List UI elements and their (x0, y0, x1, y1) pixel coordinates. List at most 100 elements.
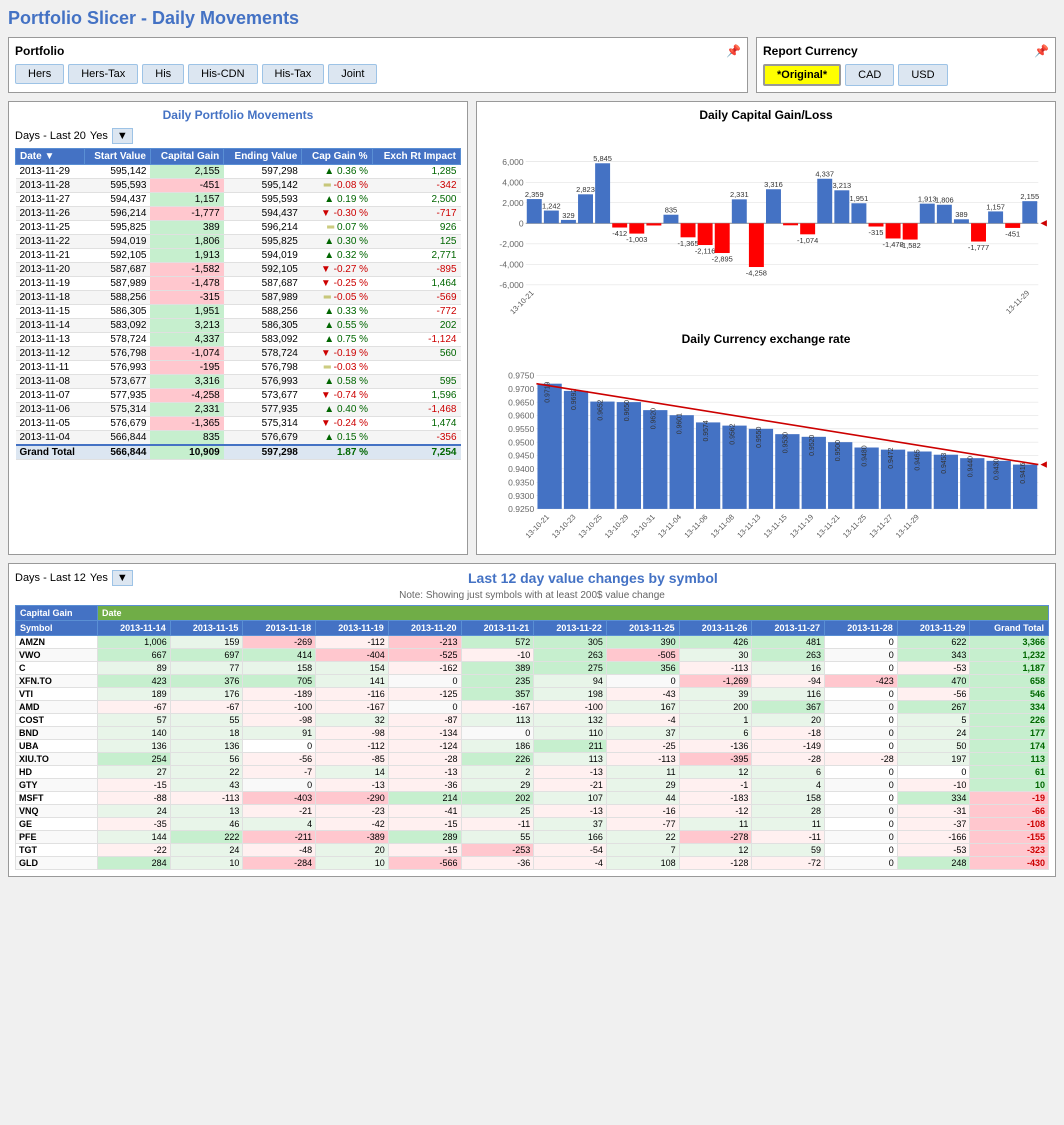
symbol-value: 572 (461, 636, 534, 649)
symbol-row: UBA1361360-112-124186211-25-136-14905017… (16, 740, 1049, 753)
symbol-value: -37 (897, 818, 970, 831)
symbol-value: 39 (679, 688, 752, 701)
symbol-value: -108 (970, 818, 1049, 831)
portfolio-btn-his[interactable]: His (142, 64, 184, 84)
cell-date: 2013-11-25 (16, 221, 85, 235)
svg-text:0.9600: 0.9600 (508, 411, 534, 421)
symbol-value: -189 (243, 688, 316, 701)
cell-date: 2013-11-19 (16, 277, 85, 291)
symbol-value: 697 (170, 649, 243, 662)
symbol-value: 25 (461, 805, 534, 818)
currency-section: Report Currency 📌 *Original* CAD USD (756, 37, 1056, 93)
symbol-row: HD2722-714-132-13111260061 (16, 766, 1049, 779)
portfolio-pin-icon[interactable]: 📌 (726, 44, 741, 58)
svg-text:0.9416: 0.9416 (1020, 462, 1027, 483)
symbol-value: -11 (461, 818, 534, 831)
symbol-filter-dropdown[interactable]: ▼ (112, 570, 133, 586)
cell-gain: 2,155 (150, 165, 223, 179)
symbol-name: TGT (16, 844, 98, 857)
symbol-value: 113 (970, 753, 1049, 766)
cell-start: 576,993 (84, 361, 150, 375)
svg-text:13-11-19: 13-11-19 (788, 512, 815, 539)
portfolio-btn-his-tax[interactable]: His-Tax (262, 64, 325, 84)
svg-text:0.9500: 0.9500 (508, 437, 534, 447)
symbol-value: -18 (752, 727, 825, 740)
cell-exch: 1,285 (372, 165, 460, 179)
cell-date: 2013-11-26 (16, 207, 85, 221)
symbol-value: -31 (897, 805, 970, 818)
svg-text:13-11-13: 13-11-13 (735, 512, 762, 539)
symbol-value: 263 (534, 649, 607, 662)
symbol-value: -253 (461, 844, 534, 857)
cell-end: 583,092 (224, 333, 302, 347)
cell-exch: -569 (372, 291, 460, 305)
currency-btn-usd[interactable]: USD (898, 64, 947, 86)
svg-text:13-11-27: 13-11-27 (867, 512, 894, 539)
symbol-value: 158 (752, 792, 825, 805)
svg-text:0.9574: 0.9574 (703, 420, 710, 441)
cell-gain: 1,951 (150, 305, 223, 319)
col-date: Date ▼ (16, 149, 85, 165)
cell-end: 578,724 (224, 347, 302, 361)
portfolio-btn-hers[interactable]: Hers (15, 64, 64, 84)
capital-gain-svg: 6,0004,0002,0000-2,000-4,000-6,0002,3591… (483, 126, 1049, 321)
svg-text:0.9453: 0.9453 (941, 452, 948, 473)
table-row: 2013-11-05 576,679 -1,365 575,314 ▼ -0.2… (16, 417, 461, 431)
cell-exch: 595 (372, 375, 460, 389)
total-label: Grand Total (16, 445, 85, 460)
symbol-value: -36 (461, 857, 534, 870)
svg-text:13-11-06: 13-11-06 (682, 512, 709, 539)
days-label: Days - Last 20 (15, 130, 86, 142)
symbol-value: -19 (970, 792, 1049, 805)
svg-text:0.9652: 0.9652 (597, 399, 604, 420)
symbol-value: 305 (534, 636, 607, 649)
symbol-value: 0 (825, 740, 898, 753)
symbol-value: 0 (825, 818, 898, 831)
cell-gain: -1,777 (150, 207, 223, 221)
table-row: 2013-11-11 576,993 -195 576,798 ═ -0.03 … (16, 361, 461, 375)
symbol-value: 107 (534, 792, 607, 805)
portfolio-btn-hers-tax[interactable]: Hers-Tax (68, 64, 138, 84)
symbol-value: -149 (752, 740, 825, 753)
cell-pct: ▼ -0.27 % (302, 263, 372, 277)
svg-text:-1,003: -1,003 (626, 235, 647, 244)
currency-btn-cad[interactable]: CAD (845, 64, 894, 86)
symbol-value: 0 (388, 701, 461, 714)
symbol-name: GLD (16, 857, 98, 870)
symbol-value: -23 (316, 805, 389, 818)
currency-pin-icon[interactable]: 📌 (1034, 44, 1049, 58)
symbol-value: -4 (534, 857, 607, 870)
portfolio-btn-his-cdn[interactable]: His-CDN (188, 64, 257, 84)
cell-gain: -1,365 (150, 417, 223, 431)
table-row: 2013-11-25 595,825 389 596,214 ═ 0.07 % … (16, 221, 461, 235)
cell-end: 573,677 (224, 389, 302, 403)
symbol-value: -54 (534, 844, 607, 857)
capital-gain-chart: Daily Capital Gain/Loss 6,0004,0002,0000… (483, 108, 1049, 324)
cell-start: 595,593 (84, 179, 150, 193)
table-row: 2013-11-20 587,687 -1,582 592,105 ▼ -0.2… (16, 263, 461, 277)
symbol-value: -1 (679, 779, 752, 792)
cell-pct: ═ -0.08 % (302, 179, 372, 193)
svg-text:13-10-25: 13-10-25 (576, 512, 604, 540)
currency-chart: Daily Currency exchange rate 0.97500.970… (483, 332, 1049, 548)
col-pct: Cap Gain % (302, 149, 372, 165)
currency-btn-original[interactable]: *Original* (763, 64, 841, 86)
cell-end: 576,993 (224, 375, 302, 389)
portfolio-btn-joint[interactable]: Joint (328, 64, 377, 84)
symbol-value: 334 (970, 701, 1049, 714)
cell-pct: ═ -0.05 % (302, 291, 372, 305)
symbol-value: 12 (679, 766, 752, 779)
cell-exch: -717 (372, 207, 460, 221)
filter-dropdown[interactable]: ▼ (112, 128, 133, 144)
svg-text:0.9550: 0.9550 (756, 427, 763, 448)
svg-text:-2,895: -2,895 (712, 255, 733, 264)
col-end: Ending Value (224, 149, 302, 165)
table-row: 2013-11-08 573,677 3,316 576,993 ▲ 0.58 … (16, 375, 461, 389)
symbol-value: 367 (752, 701, 825, 714)
symbol-days-label: Days - Last 12 (15, 572, 86, 584)
symbol-value: 3,366 (970, 636, 1049, 649)
symbol-value: -13 (316, 779, 389, 792)
svg-text:-1,777: -1,777 (968, 243, 989, 252)
cell-gain: -451 (150, 179, 223, 193)
symbol-value: 186 (461, 740, 534, 753)
